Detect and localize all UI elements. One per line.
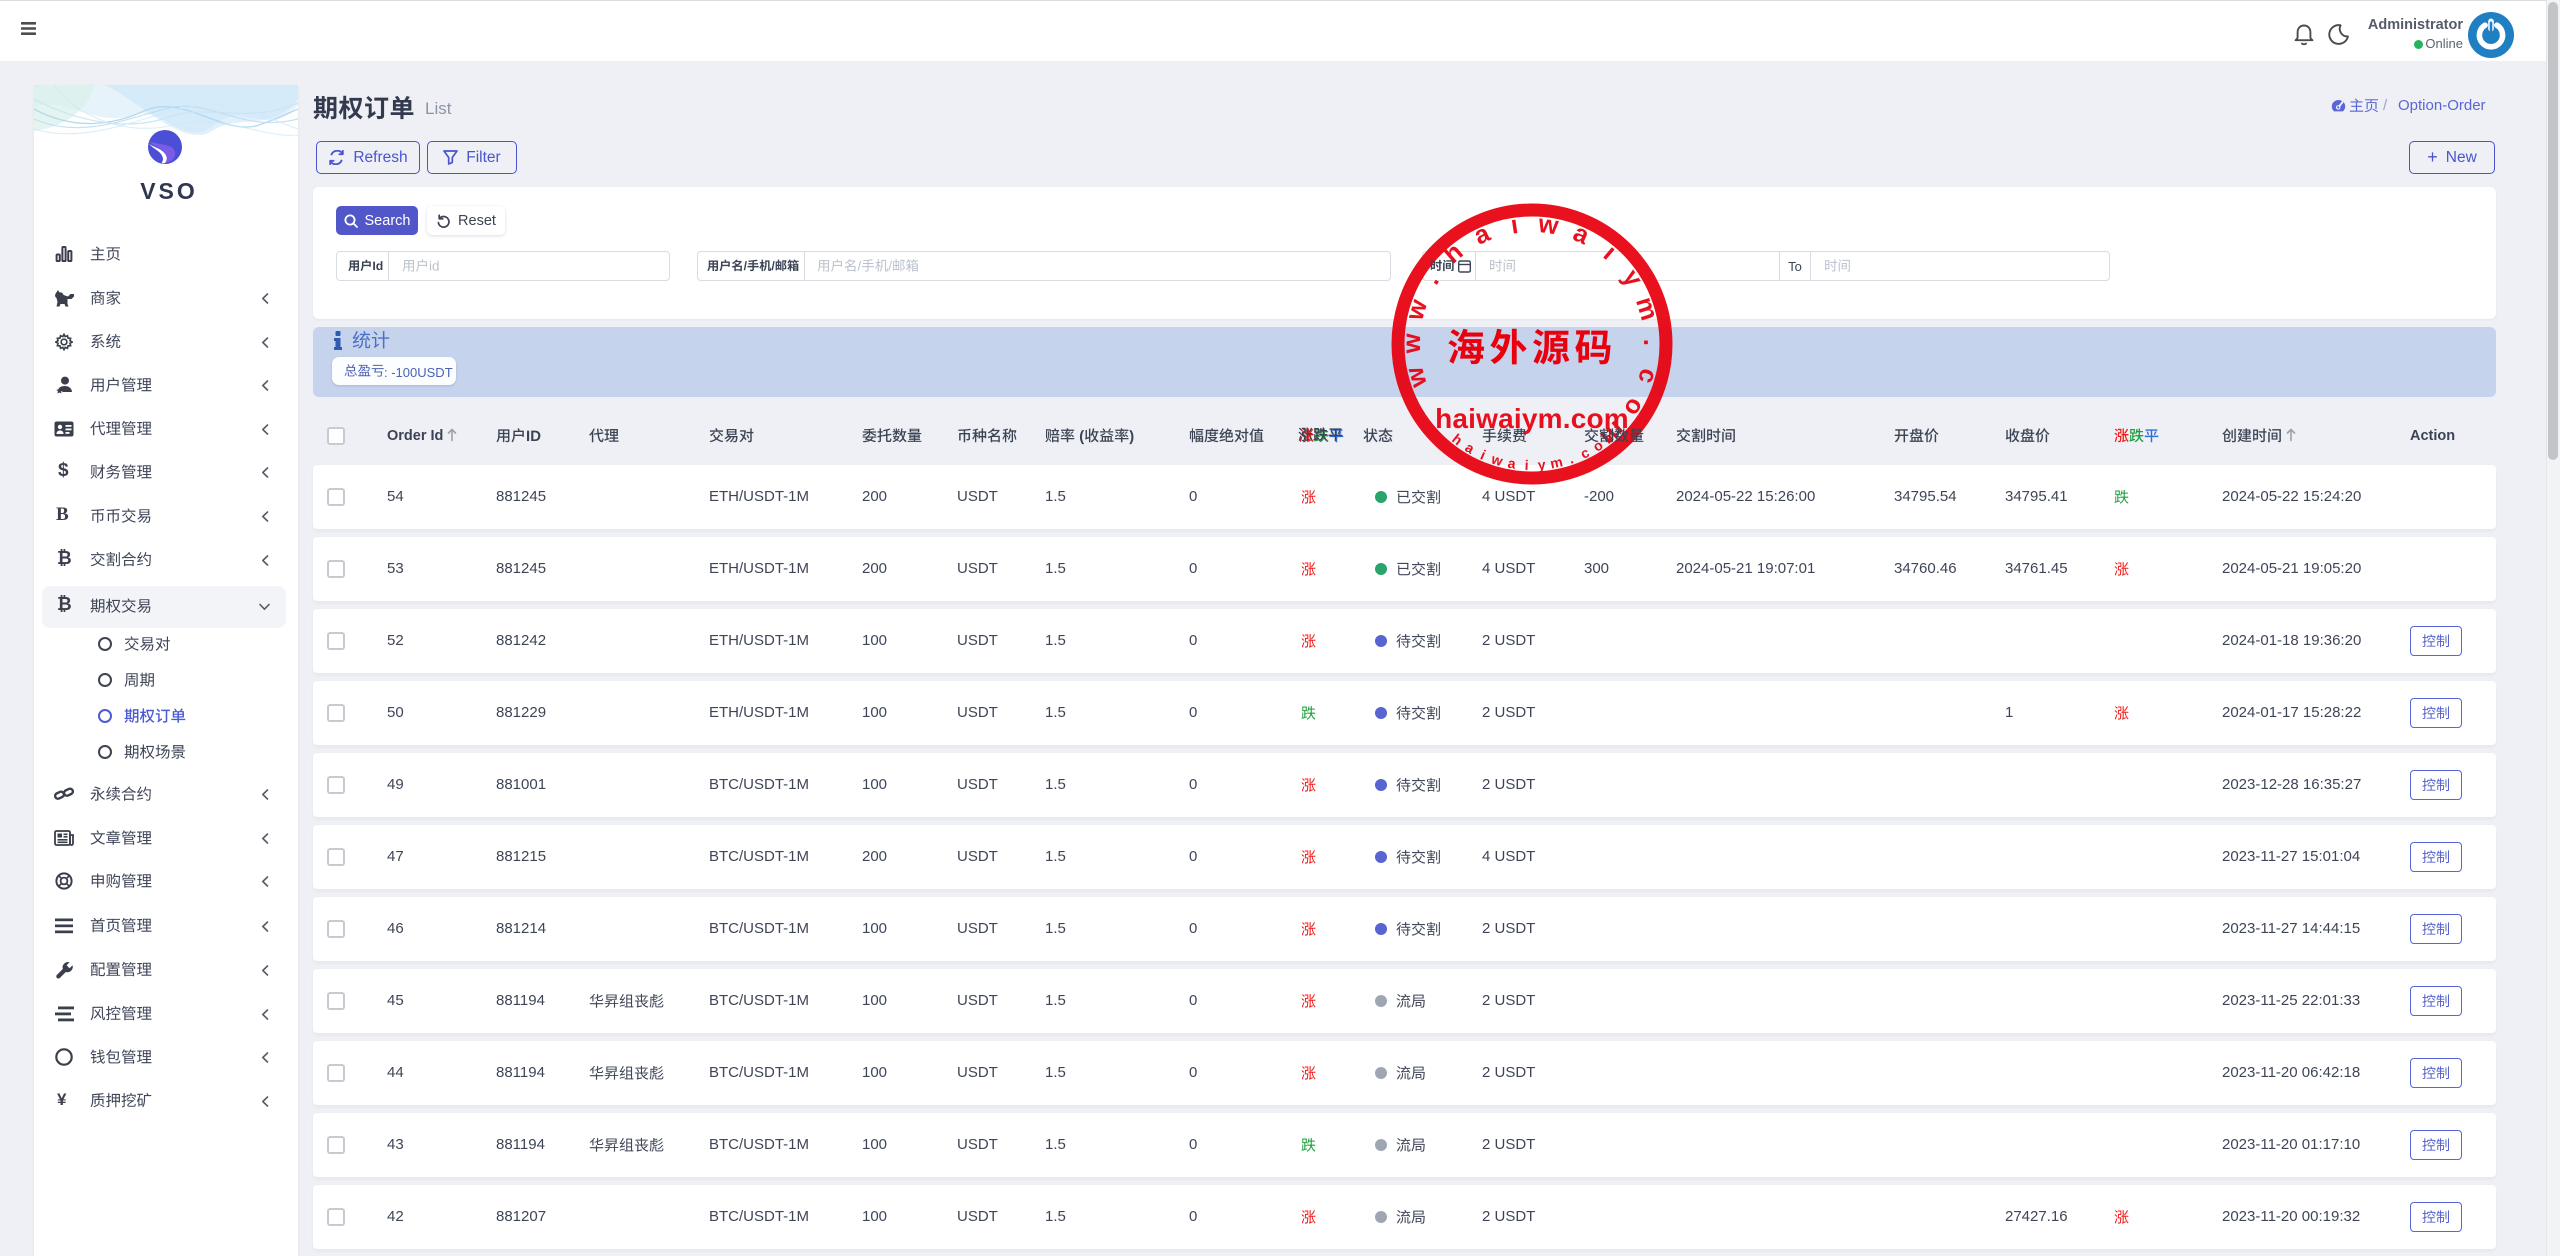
svg-text:a: a: [1470, 219, 1495, 251]
svg-text:haiwaiym.com: haiwaiym.com: [1435, 403, 1629, 434]
svg-text:i: i: [1598, 240, 1622, 266]
svg-text:i: i: [1524, 457, 1529, 473]
svg-text:y: y: [1617, 264, 1649, 292]
svg-text:a: a: [1569, 219, 1594, 251]
svg-text:w: w: [1536, 210, 1561, 241]
svg-text:.: .: [1638, 339, 1666, 346]
svg-text:w: w: [1489, 450, 1505, 469]
svg-text:a: a: [1507, 455, 1518, 472]
svg-text:y: y: [1537, 456, 1546, 473]
svg-text:c: c: [1578, 444, 1592, 462]
svg-text:i: i: [1478, 447, 1488, 463]
svg-text:m: m: [1549, 453, 1564, 471]
svg-text:.: .: [1566, 450, 1575, 466]
svg-text:w: w: [1398, 333, 1426, 354]
